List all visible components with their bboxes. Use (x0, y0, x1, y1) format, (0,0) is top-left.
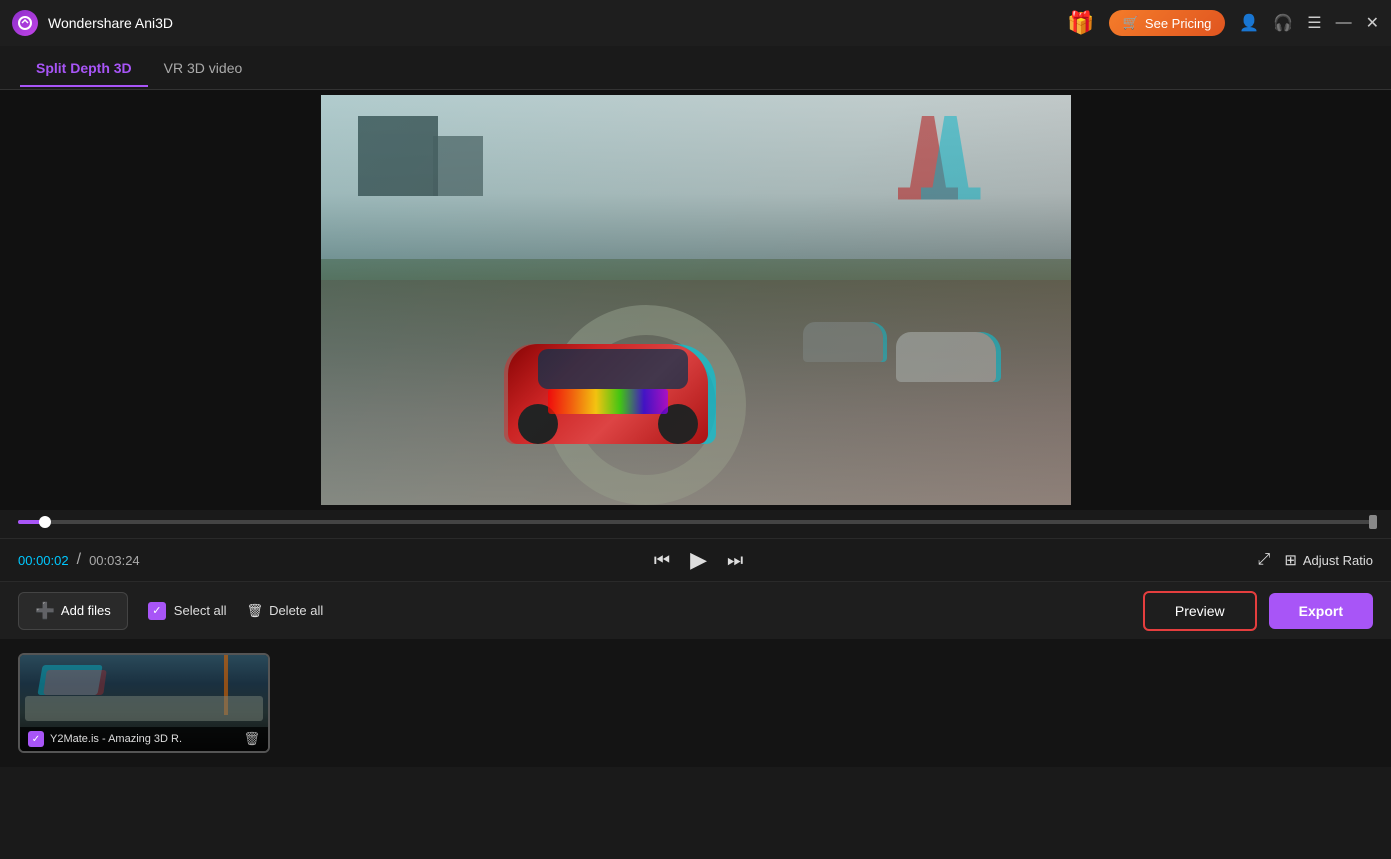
scrubber-end-handle[interactable] (1369, 515, 1377, 529)
app-title: Wondershare Ani3D (48, 15, 173, 31)
preview-button[interactable]: Preview (1143, 591, 1257, 631)
tabs-bar: Split Depth 3D VR 3D video (0, 46, 1391, 90)
file-delete-button[interactable]: 🗑 (243, 731, 260, 747)
window-controls: 👤 🎧 ☰ — ✕ (1239, 13, 1379, 33)
fullscreen-button[interactable]: ⤢ (1258, 551, 1271, 569)
scrubber-handle[interactable] (39, 516, 51, 528)
title-bar-left: Wondershare Ani3D (12, 10, 173, 36)
main-layout: Split Depth 3D VR 3D video (0, 46, 1391, 859)
title-bar-right: 🎁 🛒 See Pricing 👤 🎧 ☰ — ✕ (1067, 10, 1379, 36)
delete-all-button[interactable]: 🗑 Delete all (247, 603, 324, 619)
playback-controls: ⏮ ▶ ⏭ (654, 547, 743, 573)
scene-bg (321, 95, 1071, 505)
file-card-bottom: ✓ Y2Mate.is - Amazing 3D R. 🗑 (20, 727, 268, 751)
aberration-overlay (321, 95, 1071, 505)
see-pricing-button[interactable]: 🛒 See Pricing (1109, 10, 1226, 36)
ratio-icon: ⊞ (1284, 551, 1297, 569)
skip-forward-button[interactable]: ⏭ (727, 550, 743, 571)
tab-split-depth[interactable]: Split Depth 3D (20, 50, 148, 86)
right-controls: ⤢ ⊞ Adjust Ratio (1258, 551, 1373, 569)
timeline-area (0, 510, 1391, 538)
bottom-toolbar: ➕ Add files ✓ Select all 🗑 Delete all Pr… (0, 581, 1391, 639)
add-files-button[interactable]: ➕ Add files (18, 592, 128, 630)
right-buttons: Preview Export (1143, 591, 1373, 631)
lower-section: ➕ Add files ✓ Select all 🗑 Delete all Pr… (0, 581, 1391, 767)
thumb-car (25, 696, 263, 721)
title-bar: Wondershare Ani3D 🎁 🛒 See Pricing 👤 🎧 ☰ … (0, 0, 1391, 46)
menu-icon[interactable]: ☰ (1307, 13, 1321, 33)
file-card[interactable]: ✓ Y2Mate.is - Amazing 3D R. 🗑 (18, 653, 270, 753)
controls-bar: 00:00:02 / 00:03:24 ⏮ ▶ ⏭ ⤢ ⊞ Adjust Rat… (0, 538, 1391, 581)
current-time: 00:00:02 (18, 553, 69, 568)
headset-icon[interactable]: 🎧 (1273, 13, 1293, 33)
time-display-group: 00:00:02 / 00:03:24 (18, 551, 140, 569)
close-button[interactable]: ✕ (1366, 13, 1379, 33)
minimize-button[interactable]: — (1336, 14, 1352, 32)
file-checkbox[interactable]: ✓ (28, 731, 44, 747)
gift-icon[interactable]: 🎁 (1067, 10, 1094, 36)
total-time: 00:03:24 (89, 553, 140, 568)
thumb-red (43, 670, 107, 695)
scrubber-bar[interactable] (18, 520, 1373, 524)
plus-icon: ➕ (35, 601, 55, 621)
video-preview (321, 95, 1071, 505)
file-name: Y2Mate.is - Amazing 3D R. (50, 733, 237, 745)
check-icon: ✓ (148, 602, 166, 620)
user-icon[interactable]: 👤 (1239, 13, 1259, 33)
play-pause-button[interactable]: ▶ (690, 547, 707, 573)
skip-back-button[interactable]: ⏮ (654, 550, 670, 571)
file-list-area: ✓ Y2Mate.is - Amazing 3D R. 🗑 (0, 639, 1391, 767)
select-all-button[interactable]: ✓ Select all (148, 602, 227, 620)
trash-icon: 🗑 (247, 603, 264, 619)
export-button[interactable]: Export (1269, 593, 1373, 629)
cart-icon: 🛒 (1123, 15, 1139, 31)
app-logo (12, 10, 38, 36)
content-area: 00:00:02 / 00:03:24 ⏮ ▶ ⏭ ⤢ ⊞ Adjust Rat… (0, 90, 1391, 859)
time-separator: / (77, 551, 81, 569)
video-container (0, 90, 1391, 510)
adjust-ratio-button[interactable]: ⊞ Adjust Ratio (1284, 551, 1373, 569)
tab-vr-3d[interactable]: VR 3D video (148, 50, 259, 86)
